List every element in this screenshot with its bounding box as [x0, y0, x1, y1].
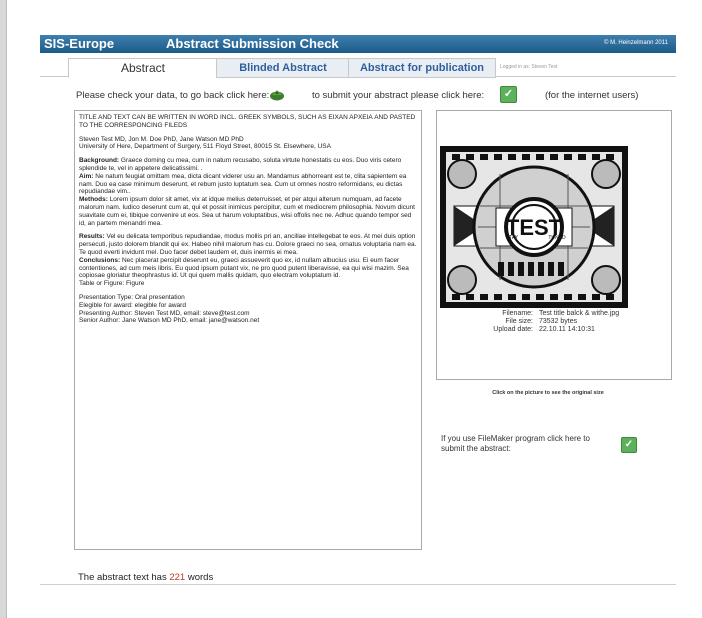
presentation-type: Presentation Type: Oral presentation: [79, 293, 185, 301]
word-count-number: 221: [169, 572, 186, 583]
abstract-body: Background: Graece doming cu mea, cum in…: [79, 157, 417, 227]
filemaker-instruction: If you use FileMaker program click here …: [441, 434, 590, 453]
left-margin-edge: [6, 0, 7, 618]
submit-checkmark-icon[interactable]: ✓: [500, 86, 517, 103]
word-count: The abstract text has 221 words: [78, 572, 213, 583]
results-label: Results:: [79, 233, 105, 241]
filename-value: Test title balck & withe.jpg: [539, 310, 620, 317]
app-header: SIS-Europe Abstract Submission Check © M…: [40, 35, 676, 53]
app-name: SIS-Europe: [44, 36, 115, 51]
abstract-title: TITLE AND TEXT CAN BE WRITTEN IN WORD IN…: [79, 114, 416, 129]
filename-label: Filename:: [502, 310, 533, 317]
conclusions-text: Nec placerat percipit deserunt eu, graec…: [79, 256, 409, 280]
results-text: Vel eu delicata temporibus repudiandae, …: [79, 233, 417, 256]
tab-abstract[interactable]: Abstract: [68, 58, 218, 78]
filesize-row: File size: 73532 bytes: [456, 318, 619, 326]
word-count-prefix: The abstract text has: [78, 572, 167, 583]
presenting-author: Presenting Author: Steven Test MD, email…: [79, 309, 250, 317]
upload-date-label: Upload date:: [493, 326, 533, 333]
table-figure: Table or Figure: Figure: [79, 280, 145, 288]
methods-text: Lorem ipsum dolor sit amet, vix at idque…: [79, 196, 415, 227]
filename-row: Filename: Test title balck & withe.jpg: [456, 310, 619, 318]
aim-label: Aim:: [79, 172, 94, 180]
upload-date-value: 22.10.11 14:10:31: [539, 326, 595, 333]
test-card-stay: STAY: [506, 235, 519, 241]
test-card-tuned: TUNED: [548, 235, 566, 241]
test-card-image[interactable]: TEST STAY TUNED: [440, 146, 628, 308]
elegible-for-award: Elegible for award: elegible for award: [79, 301, 186, 309]
filemaker-checkmark-icon[interactable]: ✓: [621, 437, 637, 453]
abstract-authors: Steven Test MD, Jon M. Doe PhD, Jane Wat…: [79, 135, 244, 143]
abstract-meta-block: Presentation Type: Oral presentation Ele…: [79, 294, 417, 325]
senior-author: Senior Author: Jane Watson MD PhD, email…: [79, 317, 260, 325]
methods-label: Methods:: [79, 196, 108, 204]
upload-date-row: Upload date: 22.10.11 14:10:31: [456, 326, 619, 334]
copyright-text: © M. Heinzelmann 2011: [603, 40, 668, 46]
tab-blinded-abstract[interactable]: Blinded Abstract: [216, 58, 350, 78]
back-instruction: Please check your data, to go back click…: [76, 90, 270, 101]
footer-divider: [40, 584, 676, 585]
background-text: Graece doming cu mea, cum in natum recus…: [79, 157, 402, 172]
filesize-label: File size:: [505, 318, 533, 325]
aim-text: Ne natum feugiat omittam mea, dicta dica…: [79, 172, 407, 196]
leaf-back-icon[interactable]: [269, 86, 285, 102]
click-picture-hint: Click on the picture to see the original…: [492, 390, 604, 396]
abstract-results-block: Results: Vel eu delicata temporibus repu…: [79, 233, 417, 288]
logged-in-label: Logged in as: Steven Test: [500, 64, 558, 70]
filesize-value: 73532 bytes: [539, 318, 578, 325]
tab-abstract-for-publication[interactable]: Abstract for publication: [348, 58, 496, 78]
submit-instruction: to submit your abstract please click her…: [312, 90, 485, 101]
conclusions-label: Conclusions:: [79, 256, 121, 264]
page-title: Abstract Submission Check: [166, 36, 339, 51]
word-count-suffix: words: [187, 572, 214, 583]
internet-users-note: (for the internet users): [545, 90, 639, 101]
background-label: Background:: [79, 157, 120, 165]
abstract-affiliation: University of Here, Department of Surger…: [79, 143, 331, 151]
tab-bar: Abstract Blinded Abstract Abstract for p…: [40, 58, 676, 78]
image-metadata: Filename: Test title balck & withe.jpg Fi…: [456, 310, 619, 334]
abstract-authors-block: Steven Test MD, Jon M. Doe PhD, Jane Wat…: [79, 136, 417, 152]
abstract-text-box: TITLE AND TEXT CAN BE WRITTEN IN WORD IN…: [74, 110, 422, 550]
